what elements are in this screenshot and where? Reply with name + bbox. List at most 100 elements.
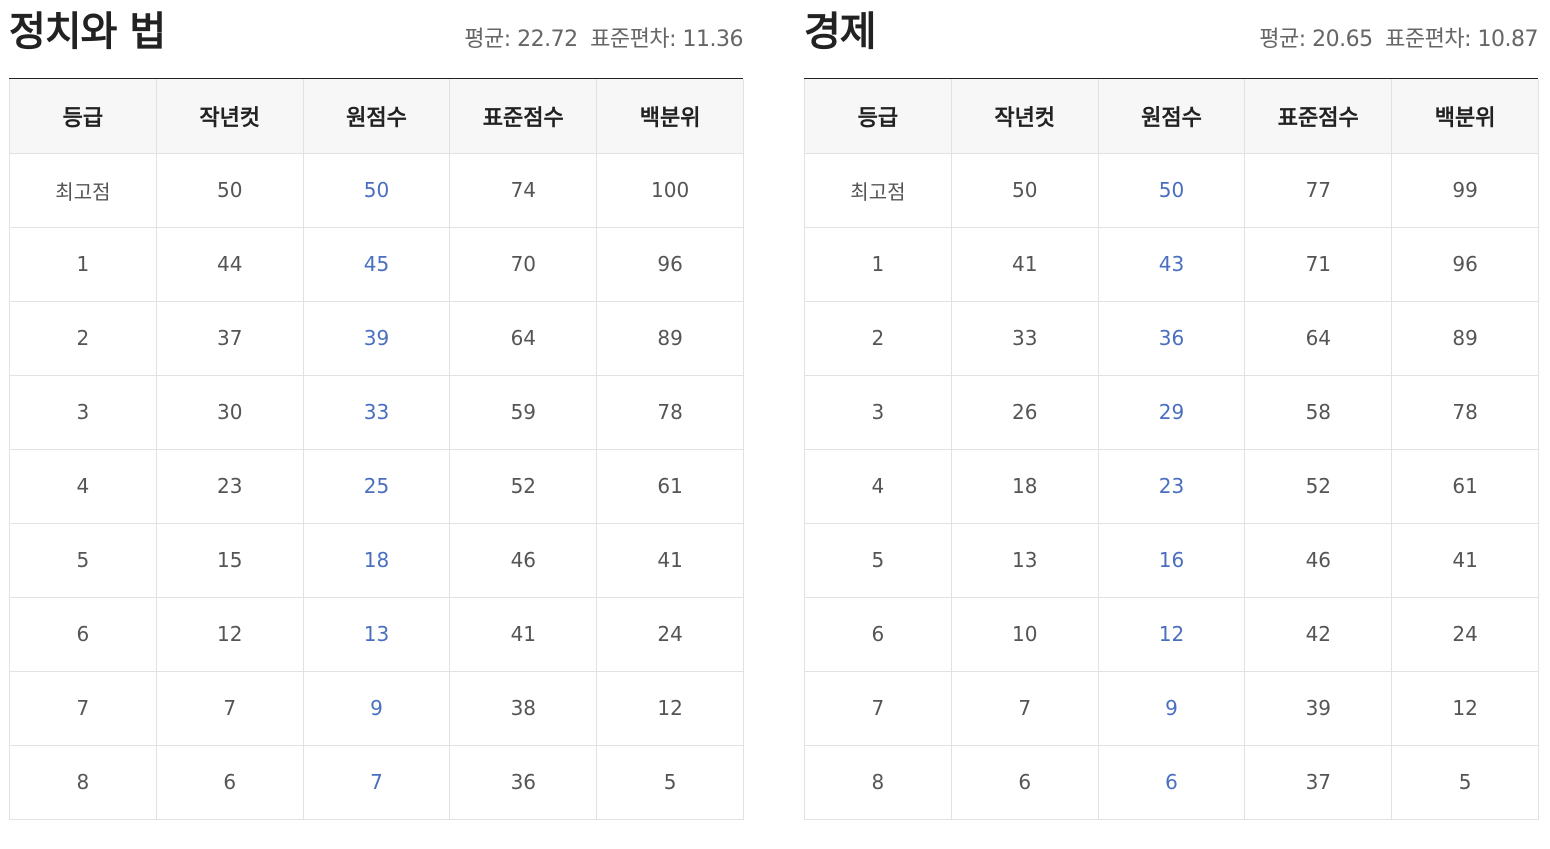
cell-last-year-cut: 41 [950, 226, 1099, 302]
cell-standard-score: 36 [449, 744, 598, 820]
header-last-year-cut: 작년컷 [155, 79, 304, 154]
cell-percentile: 96 [1391, 226, 1539, 302]
cell-raw-score: 12 [1097, 596, 1246, 672]
cell-raw-score: 6 [1097, 744, 1246, 820]
table-row: 7 7 9 38 12 [9, 670, 744, 746]
table-row: 3 26 29 58 78 [804, 374, 1539, 450]
grade-table: 등급 작년컷 원점수 표준점수 백분위 최고점 50 50 74 100 1 44 45 70 9… [9, 79, 744, 820]
panel-economics: 경제 평균: 20.65 표준편차: 10.87 등급 작년컷 원점수 표준점수… [804, 0, 1539, 820]
cell-percentile: 89 [1391, 300, 1539, 376]
table-row: 2 37 39 64 89 [9, 300, 744, 376]
cell-percentile: 12 [1391, 670, 1539, 746]
cell-raw-score: 45 [302, 226, 451, 302]
cell-raw-score: 13 [302, 596, 451, 672]
cell-last-year-cut: 23 [155, 448, 304, 524]
table-row: 6 12 13 41 24 [9, 596, 744, 672]
cell-raw-score: 7 [302, 744, 451, 820]
cell-grade: 7 [9, 670, 157, 746]
cell-grade: 최고점 [804, 152, 952, 228]
cell-percentile: 24 [596, 596, 744, 672]
table-row: 8 6 6 37 5 [804, 744, 1539, 820]
cell-grade: 4 [804, 448, 952, 524]
cell-last-year-cut: 33 [950, 300, 1099, 376]
mean-value: 22.72 [517, 27, 578, 52]
cell-grade: 5 [9, 522, 157, 598]
table-body: 최고점 50 50 74 100 1 44 45 70 96 2 37 39 64 89 3 30 33 59 78 4… [9, 152, 744, 820]
std-label: 표준편차: [590, 27, 677, 52]
cell-grade: 최고점 [9, 152, 157, 228]
cell-last-year-cut: 6 [155, 744, 304, 820]
table-row: 5 15 18 46 41 [9, 522, 744, 598]
panel-stats: 평균: 22.72 표준편차: 11.36 [464, 26, 743, 54]
table-row: 5 13 16 46 41 [804, 522, 1539, 598]
cell-percentile: 41 [1391, 522, 1539, 598]
panel-header: 정치와 법 평균: 22.72 표준편차: 11.36 [9, 0, 744, 79]
cell-last-year-cut: 15 [155, 522, 304, 598]
cell-grade: 8 [804, 744, 952, 820]
cell-percentile: 100 [596, 152, 744, 228]
cell-standard-score: 74 [449, 152, 598, 228]
cell-grade: 2 [804, 300, 952, 376]
table-row: 8 6 7 36 5 [9, 744, 744, 820]
header-raw-score: 원점수 [302, 79, 451, 154]
header-percentile: 백분위 [596, 79, 744, 154]
cell-grade: 8 [9, 744, 157, 820]
header-raw-score: 원점수 [1097, 79, 1246, 154]
cell-raw-score: 50 [1097, 152, 1246, 228]
grade-table: 등급 작년컷 원점수 표준점수 백분위 최고점 50 50 77 99 1 41 43 71 96… [804, 79, 1539, 820]
table-row: 7 7 9 39 12 [804, 670, 1539, 746]
cell-grade: 2 [9, 300, 157, 376]
cell-percentile: 41 [596, 522, 744, 598]
cell-raw-score: 9 [1097, 670, 1246, 746]
cell-percentile: 99 [1391, 152, 1539, 228]
cell-raw-score: 25 [302, 448, 451, 524]
table-row: 4 18 23 52 61 [804, 448, 1539, 524]
header-percentile: 백분위 [1391, 79, 1539, 154]
table-row: 6 10 12 42 24 [804, 596, 1539, 672]
cell-grade: 1 [9, 226, 157, 302]
table-row: 최고점 50 50 77 99 [804, 152, 1539, 228]
cell-percentile: 24 [1391, 596, 1539, 672]
cell-last-year-cut: 26 [950, 374, 1099, 450]
std-value: 11.36 [682, 27, 744, 52]
cell-grade: 5 [804, 522, 952, 598]
cell-standard-score: 46 [1244, 522, 1393, 598]
cell-raw-score: 39 [302, 300, 451, 376]
cell-percentile: 96 [596, 226, 744, 302]
table-body: 최고점 50 50 77 99 1 41 43 71 96 2 33 36 64 89 3 26 29 58 78 4 1… [804, 152, 1539, 820]
cell-last-year-cut: 18 [950, 448, 1099, 524]
cell-percentile: 12 [596, 670, 744, 746]
cell-last-year-cut: 30 [155, 374, 304, 450]
cell-last-year-cut: 44 [155, 226, 304, 302]
std-label: 표준편차: [1385, 27, 1472, 52]
panel-title: 경제 [804, 9, 877, 55]
header-grade: 등급 [804, 79, 952, 154]
cell-percentile: 78 [596, 374, 744, 450]
cell-last-year-cut: 37 [155, 300, 304, 376]
cell-grade: 3 [804, 374, 952, 450]
cell-standard-score: 41 [449, 596, 598, 672]
cell-percentile: 61 [1391, 448, 1539, 524]
std-value: 10.87 [1477, 27, 1539, 52]
cell-raw-score: 43 [1097, 226, 1246, 302]
cell-percentile: 78 [1391, 374, 1539, 450]
cell-grade: 3 [9, 374, 157, 450]
mean-value: 20.65 [1312, 27, 1373, 52]
cell-standard-score: 52 [1244, 448, 1393, 524]
cell-last-year-cut: 10 [950, 596, 1099, 672]
cell-raw-score: 36 [1097, 300, 1246, 376]
table-header-row: 등급 작년컷 원점수 표준점수 백분위 [804, 79, 1539, 154]
cell-grade: 1 [804, 226, 952, 302]
cell-last-year-cut: 13 [950, 522, 1099, 598]
cell-standard-score: 64 [449, 300, 598, 376]
panel-title: 정치와 법 [9, 9, 166, 55]
cell-percentile: 61 [596, 448, 744, 524]
table-row: 3 30 33 59 78 [9, 374, 744, 450]
cell-grade: 6 [9, 596, 157, 672]
cell-standard-score: 70 [449, 226, 598, 302]
mean-label: 평균: [1259, 27, 1306, 52]
cell-standard-score: 38 [449, 670, 598, 746]
cell-percentile: 5 [1391, 744, 1539, 820]
cell-standard-score: 46 [449, 522, 598, 598]
cell-standard-score: 71 [1244, 226, 1393, 302]
